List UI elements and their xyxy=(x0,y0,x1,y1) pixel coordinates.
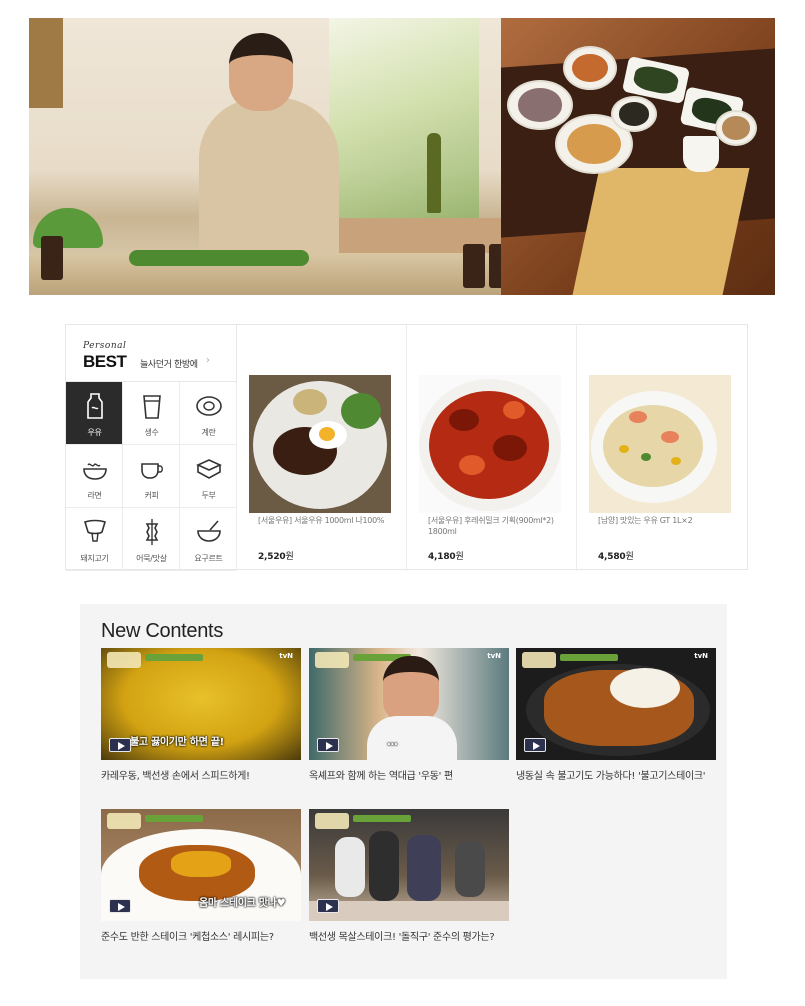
category-fishcake[interactable]: 어묵/맛살 xyxy=(123,508,180,571)
episode-tag xyxy=(560,654,618,661)
video-thumbnail[interactable]: tvN xyxy=(516,648,716,760)
personal-best-panel: Personal BEST 늘사던거 한방에 › 우유 생수 계란 라면 커피 … xyxy=(65,324,748,571)
video-title[interactable]: 준수도 반한 스테이크 '케첩소스' 레시피는? xyxy=(101,930,301,945)
video-title[interactable]: 백선생 목살스테이크! '돌직구' 준수의 평가는? xyxy=(309,930,509,945)
video-title[interactable]: 옥셰프와 함께 하는 역대급 '우동' 편 xyxy=(309,769,509,784)
product-name[interactable]: [남양] 맛있는 우유 GT 1L×2 xyxy=(598,515,728,526)
video-caption: 옴마 스테이크 맛나♥ xyxy=(199,898,286,909)
water-cup-icon xyxy=(143,395,161,419)
hero-banner[interactable] xyxy=(29,18,775,295)
tofu-icon xyxy=(196,459,222,479)
product-price: 4,580원 xyxy=(598,552,634,562)
section-title: New Contents xyxy=(101,620,224,642)
product-image[interactable] xyxy=(419,375,561,513)
category-yogurt[interactable]: 요구르트 xyxy=(180,508,237,571)
show-logo xyxy=(107,813,141,829)
category-tofu[interactable]: 두부 xyxy=(180,445,237,508)
video-thumbnail[interactable]: 옴마 스테이크 맛나♥ xyxy=(101,809,301,921)
egg-icon xyxy=(196,396,222,416)
video-title[interactable]: 카레우동, 백선생 손에서 스피드하게! xyxy=(101,769,301,784)
video-title[interactable]: 냉동실 속 불고기도 가능하다! '불고기스테이크' xyxy=(516,769,716,784)
video-card[interactable]: 옴마 스테이크 맛나♥ 준수도 반한 스테이크 '케첩소스' 레시피는? xyxy=(101,809,301,945)
category-grid: 우유 생수 계란 라면 커피 두부 돼지고기 어묵/맛살 요구르트 xyxy=(66,382,237,571)
product-card[interactable]: [서울우유] 서울우유 1000ml 나100% 2,520원 xyxy=(237,325,407,571)
pork-icon xyxy=(84,519,106,542)
play-icon[interactable] xyxy=(317,738,339,752)
category-label: 커피 xyxy=(144,491,159,500)
category-pork[interactable]: 돼지고기 xyxy=(66,508,123,571)
coffee-cup-icon xyxy=(141,463,163,479)
product-card[interactable]: [남양] 맛있는 우유 GT 1L×2 4,580원 xyxy=(577,325,747,571)
korean-table-image xyxy=(501,18,775,295)
product-name[interactable]: [서울우유] 서울우유 1000ml 나100% xyxy=(258,515,388,526)
best-category-sidebar: Personal BEST 늘사던거 한방에 › 우유 생수 계란 라면 커피 … xyxy=(66,325,237,571)
video-card[interactable]: tvN 불고 끓이기만 하면 끝! 카레우동, 백선생 손에서 스피드하게! xyxy=(101,648,301,784)
category-label: 라면 xyxy=(87,491,102,500)
video-card[interactable]: 백선생 목살스테이크! '돌직구' 준수의 평가는? xyxy=(309,809,509,945)
show-logo xyxy=(315,813,349,829)
chef-kitchen-image xyxy=(29,18,501,295)
category-label: 어묵/맛살 xyxy=(136,554,167,563)
category-milk[interactable]: 우유 xyxy=(66,382,123,445)
show-logo xyxy=(107,652,141,668)
episode-tag xyxy=(353,815,411,822)
show-logo xyxy=(315,652,349,668)
ramen-bowl-icon xyxy=(83,463,107,480)
play-icon[interactable] xyxy=(317,899,339,913)
best-personal-label: Personal xyxy=(83,341,127,351)
play-icon[interactable] xyxy=(109,899,131,913)
play-icon[interactable] xyxy=(524,738,546,752)
play-icon[interactable] xyxy=(109,738,131,752)
product-price: 2,520원 xyxy=(258,552,294,562)
video-caption: 불고 끓이기만 하면 끝! xyxy=(130,737,224,748)
episode-tag xyxy=(145,815,203,822)
best-header[interactable]: Personal BEST 늘사던거 한방에 › xyxy=(66,325,237,382)
video-thumbnail[interactable]: tvN ... xyxy=(309,648,509,760)
category-egg[interactable]: 계란 xyxy=(180,382,237,445)
category-label: 돼지고기 xyxy=(80,554,109,563)
tvn-logo: tvN xyxy=(279,652,293,660)
best-title: BEST xyxy=(83,352,127,371)
category-label: 계란 xyxy=(201,428,216,437)
chevron-right-icon[interactable]: › xyxy=(206,355,210,366)
best-product-list: [서울우유] 서울우유 1000ml 나100% 2,520원 [서울우유] 후… xyxy=(237,325,747,571)
episode-tag xyxy=(145,654,203,661)
milk-icon xyxy=(87,393,103,419)
category-label: 두부 xyxy=(201,491,216,500)
category-ramen[interactable]: 라면 xyxy=(66,445,123,508)
yogurt-icon xyxy=(197,520,221,542)
video-thumbnail[interactable] xyxy=(309,809,509,921)
video-card[interactable]: tvN 냉동실 속 불고기도 가능하다! '불고기스테이크' xyxy=(516,648,716,784)
product-price: 4,180원 xyxy=(428,552,464,562)
product-name[interactable]: [서울우유] 후레쉬밀크 기획(900ml*2) 1800ml xyxy=(428,515,558,537)
video-caption: ... xyxy=(387,737,398,748)
show-logo xyxy=(522,652,556,668)
best-subtitle-link[interactable]: 늘사던거 한방에 xyxy=(140,357,198,370)
tvn-logo: tvN xyxy=(694,652,708,660)
fishcake-icon xyxy=(145,519,159,545)
video-thumbnail[interactable]: tvN 불고 끓이기만 하면 끝! xyxy=(101,648,301,760)
product-image[interactable] xyxy=(249,375,391,513)
product-image[interactable] xyxy=(589,375,731,513)
video-card[interactable]: tvN ... 옥셰프와 함께 하는 역대급 '우동' 편 xyxy=(309,648,509,784)
tvn-logo: tvN xyxy=(487,652,501,660)
category-label: 생수 xyxy=(144,428,159,437)
category-water[interactable]: 생수 xyxy=(123,382,180,445)
category-label: 우유 xyxy=(87,428,102,437)
category-coffee[interactable]: 커피 xyxy=(123,445,180,508)
new-contents-section: New Contents tvN 불고 끓이기만 하면 끝! 카레우동, 백선생… xyxy=(80,604,727,979)
category-label: 요구르트 xyxy=(194,554,223,563)
product-card[interactable]: [서울우유] 후레쉬밀크 기획(900ml*2) 1800ml 4,180원 xyxy=(407,325,577,571)
